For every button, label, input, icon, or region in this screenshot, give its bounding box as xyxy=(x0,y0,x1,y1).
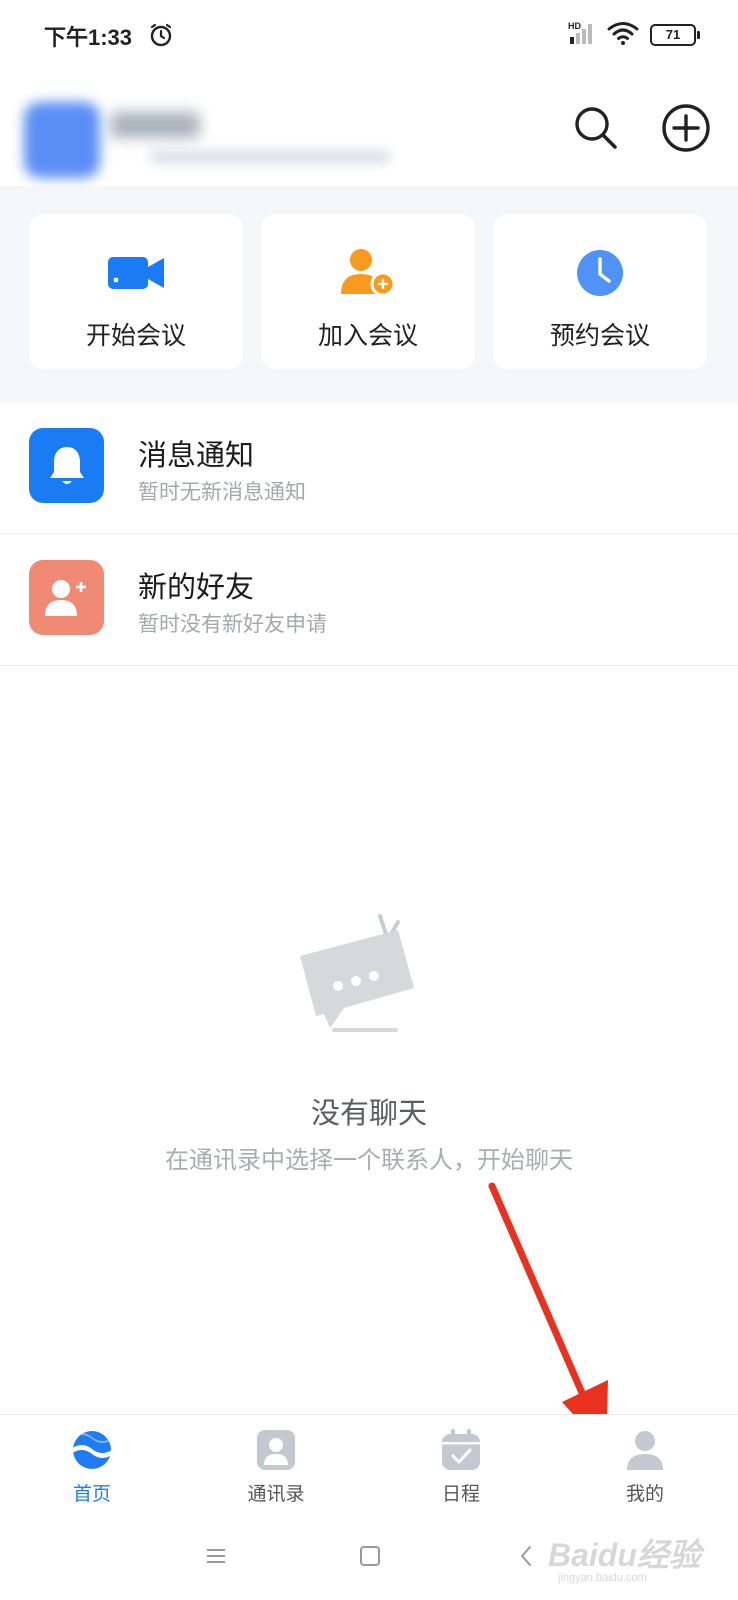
status-time: 下午1:33 xyxy=(44,25,133,50)
header xyxy=(0,90,738,186)
join-meeting-label: 加入会议 xyxy=(317,322,418,350)
empty-chat-icon xyxy=(300,914,414,1032)
add-button[interactable] xyxy=(660,102,712,154)
nav-contacts[interactable]: 通讯录 xyxy=(221,1429,331,1505)
user-name-redacted xyxy=(110,112,200,138)
notification-icon-tile xyxy=(29,428,104,503)
alarm-clock-icon xyxy=(150,23,172,47)
nav-schedule[interactable]: 日程 xyxy=(406,1429,516,1505)
watermark-url: jingyan.baidu.com xyxy=(558,1572,647,1584)
avatar[interactable] xyxy=(24,102,100,178)
network-type-label: HD xyxy=(568,21,581,31)
menu-icon xyxy=(207,1549,225,1563)
schedule-meeting-label: 预约会议 xyxy=(549,322,650,350)
start-meeting-button[interactable]: 开始会议 xyxy=(29,214,243,369)
notification-subtitle: 暂时无新消息通知 xyxy=(138,481,306,504)
battery-level: 71 xyxy=(665,27,681,42)
new-friends-title: 新的好友 xyxy=(138,572,255,604)
bell-icon xyxy=(49,446,84,484)
nav-home-label: 首页 xyxy=(72,1484,111,1505)
contacts-icon xyxy=(257,1430,295,1470)
clock-icon xyxy=(577,250,623,296)
baidu-watermark: Baidu经验 jingyan.baidu.com xyxy=(548,1530,708,1588)
video-camera-icon xyxy=(108,257,164,289)
friend-icon-tile xyxy=(29,560,104,635)
bottom-nav: 首页 通讯录 日程 我的 xyxy=(0,1414,738,1512)
empty-state-subtitle: 在通讯录中选择一个联系人，开始聊天 xyxy=(165,1147,573,1174)
message-notification-item[interactable]: 消息通知 暂时无新消息通知 xyxy=(0,402,738,534)
empty-state-title: 没有聊天 xyxy=(310,1098,427,1130)
back-button[interactable] xyxy=(508,1540,544,1572)
home-button[interactable] xyxy=(352,1540,388,1572)
add-friend-icon xyxy=(44,579,86,616)
new-friends-item[interactable]: 新的好友 暂时没有新好友申请 xyxy=(0,534,738,666)
nav-home[interactable]: 首页 xyxy=(37,1429,147,1505)
new-friends-subtitle: 暂时没有新好友申请 xyxy=(138,613,327,636)
calendar-icon xyxy=(442,1429,480,1470)
watermark-text: Baidu经验 xyxy=(548,1537,701,1573)
start-meeting-label: 开始会议 xyxy=(85,322,186,350)
schedule-meeting-button[interactable]: 预约会议 xyxy=(493,214,707,369)
back-chevron-icon xyxy=(521,1546,531,1566)
nav-schedule-label: 日程 xyxy=(441,1484,480,1505)
search-icon xyxy=(575,107,617,149)
home-logo-icon xyxy=(73,1431,111,1469)
nav-contacts-label: 通讯录 xyxy=(247,1484,305,1505)
quick-actions: 开始会议 加入会议 预约会议 xyxy=(0,186,738,402)
cell-signal-icon: HD xyxy=(568,21,592,44)
search-button[interactable] xyxy=(570,102,622,154)
nav-mine-label: 我的 xyxy=(625,1484,664,1505)
user-info-redacted xyxy=(150,152,390,162)
recent-apps-button[interactable] xyxy=(198,1540,234,1572)
profile-icon xyxy=(627,1431,663,1470)
add-person-icon xyxy=(341,249,396,297)
square-icon xyxy=(360,1546,380,1566)
notification-title: 消息通知 xyxy=(138,440,255,472)
battery-indicator: 71 xyxy=(650,24,700,46)
status-bar: 下午1:33 HD 71 xyxy=(0,0,738,70)
plus-circle-icon xyxy=(662,104,710,152)
nav-mine[interactable]: 我的 xyxy=(590,1429,700,1505)
wifi-icon xyxy=(607,22,639,45)
join-meeting-button[interactable]: 加入会议 xyxy=(261,214,475,369)
